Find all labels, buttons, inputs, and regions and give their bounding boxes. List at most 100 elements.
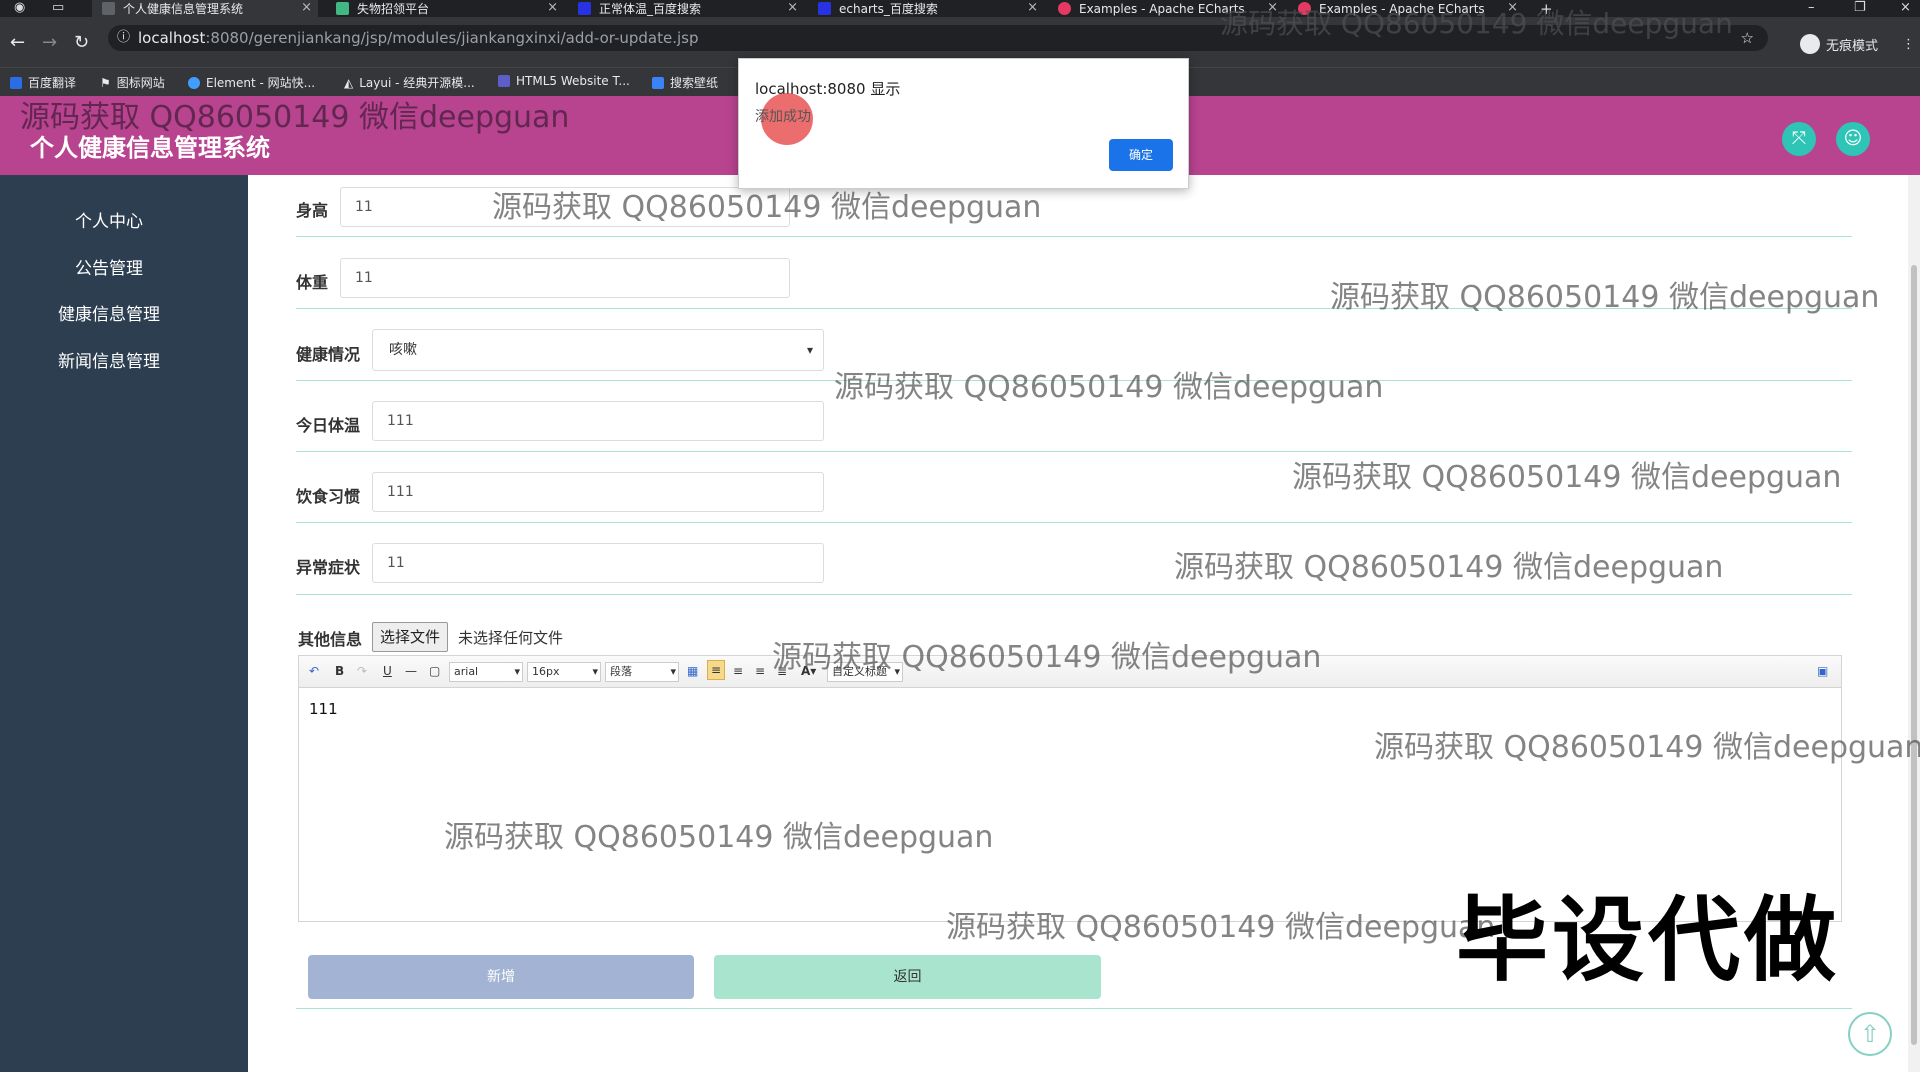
chevron-down-icon: ▾	[806, 343, 813, 357]
table-icon[interactable]: ▦	[687, 664, 698, 678]
bookmark-label: HTML5 Website T...	[516, 74, 630, 88]
url-host: localhost	[138, 29, 206, 47]
element-icon	[188, 76, 200, 89]
fullscreen-icon[interactable]: ⤧	[1782, 122, 1816, 156]
tab-lost-found[interactable]: 失物招领平台 ×	[326, 0, 564, 17]
close-window-icon[interactable]: ×	[1900, 0, 1911, 15]
sidebar-item-personal-center[interactable]: 个人中心	[0, 207, 218, 232]
tab-title: 失物招领平台	[357, 2, 430, 16]
translate-icon	[10, 76, 22, 89]
paragraph-select[interactable]: 段落 ▾	[605, 662, 679, 682]
watermark-text: 源码获取 QQ86050149 微信deepguan	[834, 370, 1384, 405]
bookmark-layui[interactable]: ◭ Layui - 经典开源模...	[344, 74, 475, 91]
watermark-text: 源码获取 QQ86050149 微信deepguan	[1220, 7, 1733, 40]
sidebar-item-news[interactable]: 新闻信息管理	[0, 347, 218, 372]
back-button[interactable]: 返回	[714, 955, 1101, 999]
tab-baidu-temp[interactable]: 正常体温_百度搜索 ×	[568, 0, 804, 17]
font-family-select[interactable]: arial ▾	[449, 662, 523, 682]
watermark-text: 源码获取 QQ86050149 微信deepguan	[1374, 730, 1920, 765]
window-menu-icon[interactable]: ▭	[52, 0, 64, 15]
height-label: 身高	[296, 201, 329, 220]
choose-file-button[interactable]: 选择文件	[372, 622, 449, 652]
align-right-icon[interactable]: ≡	[755, 664, 765, 678]
browser-logo-icon: ◉	[14, 0, 26, 15]
diet-label: 饮食习惯	[296, 487, 361, 506]
temperature-label: 今日体温	[296, 416, 361, 435]
watermark-text: 源码获取 QQ86050149 微信deepguan	[772, 640, 1322, 675]
health-label: 健康情况	[296, 345, 361, 364]
watermark-text: 源码获取 QQ86050149 微信deepguan	[444, 820, 994, 855]
divider	[296, 1008, 1852, 1009]
bookmark-star-icon[interactable]: ☆	[1741, 25, 1754, 51]
page-scrollbar[interactable]	[1908, 175, 1920, 1072]
close-icon[interactable]: ×	[547, 0, 558, 15]
watermark-text: 源码获取 QQ86050149 微信deepguan	[20, 100, 570, 135]
tab-title: 个人健康信息管理系统	[123, 2, 244, 16]
editor-content[interactable]: 111	[309, 700, 338, 718]
reload-icon[interactable]: ↻	[74, 32, 89, 53]
symptoms-input[interactable]: 11	[372, 543, 824, 583]
add-button[interactable]: 新增	[308, 955, 694, 999]
bold-icon[interactable]: B	[335, 664, 344, 678]
scroll-to-top-icon[interactable]: ⇧	[1848, 1012, 1892, 1056]
file-status: 未选择任何文件	[458, 629, 564, 647]
bookmark-icon-site[interactable]: ⚑ 图标网站	[100, 74, 165, 91]
bookmark-wallpaper[interactable]: 搜索壁纸	[652, 74, 718, 91]
alert-message: 添加成功	[755, 109, 811, 125]
fullscreen-editor-icon[interactable]: ▣	[1817, 664, 1828, 678]
layui-icon: ◭	[344, 75, 354, 90]
diet-input[interactable]: 111	[372, 472, 824, 512]
font-size-value: 16px	[532, 665, 560, 678]
weight-input[interactable]: 11	[340, 258, 790, 298]
browser-menu-icon[interactable]: ⋮	[1902, 37, 1915, 52]
watermark-text: 源码获取 QQ86050149 微信deepguan	[1174, 550, 1724, 585]
back-icon[interactable]: ←	[10, 32, 25, 53]
close-icon[interactable]: ×	[1027, 0, 1038, 15]
bookmark-label: Element - 网站快...	[206, 76, 316, 90]
clear-format-icon[interactable]: ▢	[429, 664, 440, 678]
close-icon[interactable]: ×	[301, 0, 312, 15]
watermark-text: 源码获取 QQ86050149 微信deepguan	[946, 910, 1496, 945]
baidu-icon	[578, 2, 591, 15]
site-info-icon[interactable]: ⓘ	[117, 25, 130, 51]
minimize-icon[interactable]: –	[1808, 0, 1815, 15]
incognito-icon	[1800, 34, 1820, 54]
symptoms-label: 异常症状	[296, 558, 361, 577]
bookmark-html5[interactable]: HTML5 Website T...	[498, 74, 630, 88]
align-left-icon[interactable]: ≡	[707, 660, 726, 680]
underline-icon[interactable]: U	[383, 664, 392, 678]
tab-health-system[interactable]: 个人健康信息管理系统 ×	[92, 0, 318, 17]
align-center-icon[interactable]: ≡	[733, 664, 743, 678]
incognito-label: 无痕模式	[1826, 38, 1879, 54]
font-size-select[interactable]: 16px ▾	[527, 662, 601, 682]
watermark-big-text: 毕设代做	[1456, 887, 1841, 994]
redo-icon[interactable]: ↷	[357, 664, 367, 678]
health-select[interactable]: 咳嗽 ▾	[372, 329, 824, 371]
bookmark-label: 百度翻译	[28, 76, 77, 90]
font-family-value: arial	[454, 665, 479, 678]
chevron-down-icon: ▾	[592, 665, 598, 678]
undo-icon[interactable]: ↶	[309, 664, 319, 678]
sidebar-item-health-info[interactable]: 健康信息管理	[0, 300, 218, 325]
temperature-input[interactable]: 111	[372, 401, 824, 441]
weight-label: 体重	[296, 273, 329, 292]
forward-icon[interactable]: →	[42, 32, 57, 53]
scrollbar-thumb[interactable]	[1911, 265, 1917, 1045]
tab-baidu-echarts[interactable]: echarts_百度搜索 ×	[808, 0, 1044, 17]
vue-icon	[336, 2, 349, 15]
tab-title: echarts_百度搜索	[839, 2, 938, 16]
sidebar-item-notice[interactable]: 公告管理	[0, 254, 218, 279]
close-icon[interactable]: ×	[787, 0, 798, 15]
ok-button[interactable]: 确定	[1109, 139, 1173, 171]
bookmark-element[interactable]: Element - 网站快...	[188, 74, 315, 91]
bookmark-baidu-translate[interactable]: 百度翻译	[10, 74, 76, 91]
incognito-indicator[interactable]: 无痕模式 ⋮	[1800, 34, 1915, 54]
page-icon	[102, 2, 115, 15]
user-icon[interactable]: ☺	[1836, 122, 1870, 156]
url-path: :8080/gerenjiankang/jsp/modules/jiankang…	[205, 29, 699, 47]
horizontal-rule-icon[interactable]: —	[405, 664, 417, 678]
bookmark-label: Layui - 经典开源模...	[359, 76, 475, 90]
tab-title: 正常体温_百度搜索	[599, 2, 702, 16]
baidu-icon	[818, 2, 831, 15]
restore-icon[interactable]: ❐	[1854, 0, 1866, 15]
